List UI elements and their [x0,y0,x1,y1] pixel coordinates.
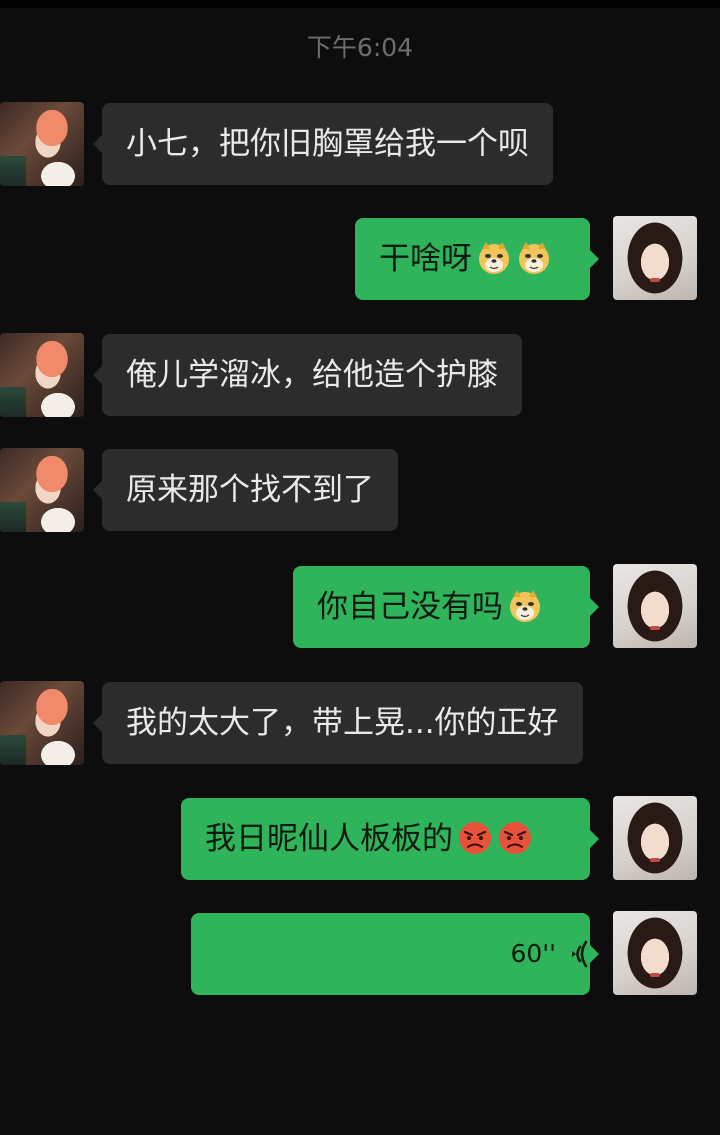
sent-message-bubble[interactable]: 干啥呀 [355,218,599,300]
my-avatar[interactable] [613,216,697,300]
chat-timestamp: 下午6:04 [306,33,414,62]
contact-avatar[interactable] [0,448,84,532]
my-avatar[interactable] [613,796,697,880]
message-text: 我日昵仙人板板的 [205,821,453,857]
message-text: 小七，把你旧胸罩给我一个呗 [126,126,529,162]
message-text: 俺儿学溜冰，给他造个护膝 [126,357,498,393]
voice-message-bubble[interactable]: 60'' [191,913,599,995]
contact-avatar[interactable] [0,102,84,186]
message-text: 我的太大了，带上晃...你的正好 [126,705,559,741]
message-text: 你自己没有吗 [317,589,503,625]
message-text: 原来那个找不到了 [126,472,374,508]
status-bar-strip [0,0,720,8]
sent-message-bubble[interactable]: 你自己没有吗 [293,566,599,648]
contact-avatar[interactable] [0,333,84,417]
doge-icon [479,241,509,274]
received-message-bubble[interactable]: 原来那个找不到了 [93,449,398,531]
message-text: 干啥呀 [379,241,472,277]
angry-face-icon [499,821,531,854]
voice-duration: 60'' [510,913,588,995]
my-avatar[interactable] [613,564,697,648]
doge-icon [519,241,549,274]
received-message-bubble[interactable]: 俺儿学溜冰，给他造个护膝 [93,334,522,416]
my-avatar[interactable] [613,911,697,995]
doge-icon [510,589,540,622]
angry-face-icon [459,821,491,854]
received-message-bubble[interactable]: 小七，把你旧胸罩给我一个呗 [93,103,553,185]
voice-wave-icon [572,940,588,968]
received-message-bubble[interactable]: 我的太大了，带上晃...你的正好 [93,682,583,764]
sent-message-bubble[interactable]: 我日昵仙人板板的 [181,798,599,880]
contact-avatar[interactable] [0,681,84,765]
